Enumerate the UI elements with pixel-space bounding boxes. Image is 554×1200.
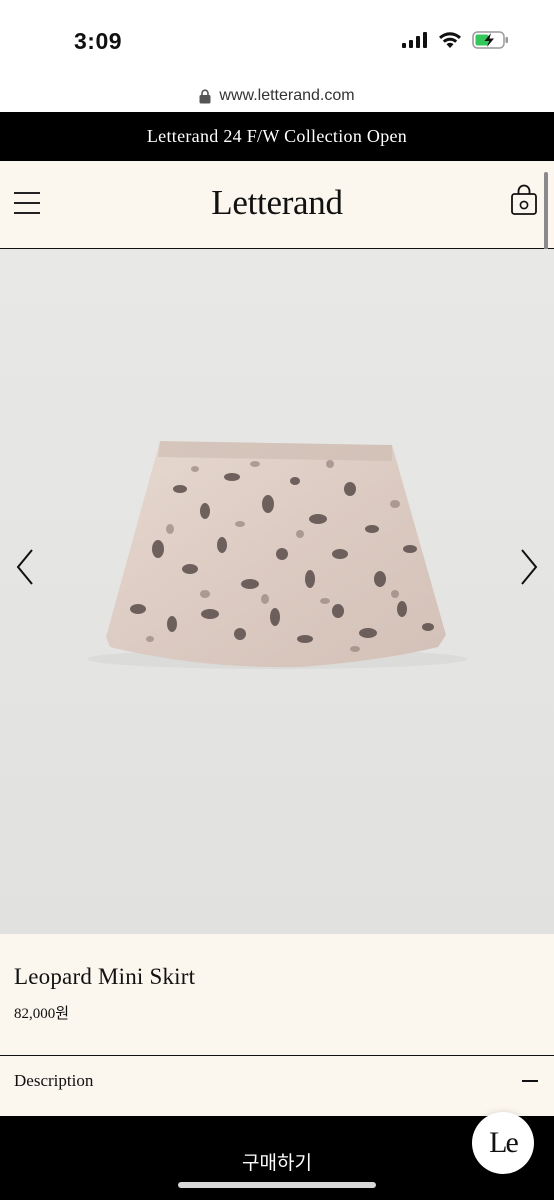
status-time: 3:09 <box>74 28 123 54</box>
home-indicator <box>178 1182 376 1188</box>
carousel-prev-icon[interactable] <box>12 547 42 587</box>
status-icons <box>402 30 510 50</box>
cellular-signal-icon <box>402 32 427 48</box>
wifi-icon <box>439 32 461 48</box>
url-text: www.letterand.com <box>219 87 355 104</box>
chat-logo-icon: Le <box>489 1126 519 1159</box>
buy-button-label: 구매하기 <box>242 1152 312 1174</box>
brand-logo[interactable]: Letterand <box>0 183 554 223</box>
status-bar: 3:09 <box>0 0 554 80</box>
chat-button[interactable]: Le <box>472 1112 534 1174</box>
product-image-carousel[interactable] <box>0 249 554 934</box>
announcement-text: Letterand 24 F/W Collection Open <box>146 126 408 146</box>
product-info: Leopard Mini Skirt 82,000원 <box>0 934 554 1056</box>
site-header: Letterand <box>0 161 554 249</box>
leopard-mini-skirt-image <box>0 249 554 934</box>
address-bar[interactable]: www.letterand.com <box>0 80 554 112</box>
shopping-bag-icon[interactable] <box>510 184 538 216</box>
description-accordion[interactable]: Description <box>0 1056 554 1116</box>
minus-icon[interactable] <box>522 1080 538 1082</box>
announcement-bar: Letterand 24 F/W Collection Open <box>0 112 554 161</box>
product-price: 82,000원 <box>14 1006 70 1022</box>
product-name: Leopard Mini Skirt <box>14 964 196 989</box>
battery-charging-icon <box>472 31 508 49</box>
carousel-next-icon[interactable] <box>512 547 542 587</box>
description-label: Description <box>14 1071 94 1090</box>
lock-icon <box>199 88 211 103</box>
